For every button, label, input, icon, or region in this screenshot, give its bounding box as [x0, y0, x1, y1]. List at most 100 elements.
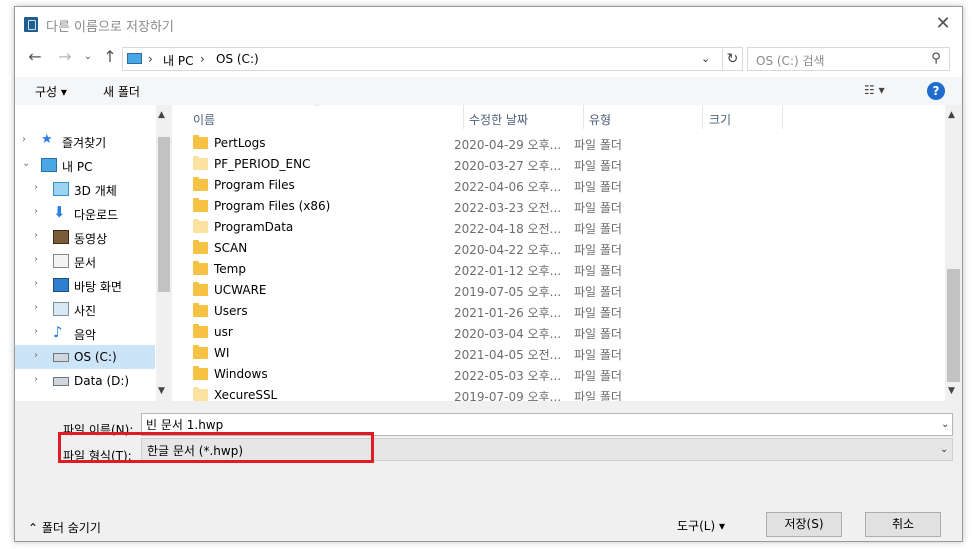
file-name: Program Files [214, 178, 295, 192]
cube-icon [53, 182, 69, 196]
file-row[interactable]: Windows 2022-05-03 오후... 파일 폴더 [193, 364, 753, 385]
app-icon [24, 17, 38, 32]
command-toolbar: 구성 ▾ 새 폴더 ☷ ▾ ? [15, 77, 962, 105]
folder-icon [193, 324, 208, 338]
column-header-name[interactable]: 이름 [193, 111, 215, 128]
chevron-right-icon[interactable]: › [22, 134, 26, 145]
organize-button[interactable]: 구성 ▾ [35, 83, 67, 100]
nav-item[interactable]: › ♪ 음악 [15, 321, 155, 345]
up-arrow-icon[interactable]: ↑ [99, 48, 121, 68]
breadcrumb-separator[interactable]: › [200, 52, 205, 66]
nav-item[interactable]: › 사진 [15, 297, 155, 321]
nav-item[interactable]: › ★ 즐겨찾기 [15, 129, 155, 153]
cancel-button[interactable]: 취소 [865, 512, 941, 537]
file-row[interactable]: XecureSSL 2019-07-09 오후... 파일 폴더 [193, 385, 753, 401]
nav-scroll-down-icon[interactable]: ▼ [158, 386, 165, 396]
column-header-modified[interactable]: 수정한 날짜 [469, 111, 528, 128]
chevron-right-icon[interactable]: › [34, 230, 38, 241]
file-row[interactable]: WI 2021-04-05 오전... 파일 폴더 [193, 343, 753, 364]
computer-icon [41, 158, 57, 172]
file-modified: 2020-03-04 오후... [454, 327, 562, 341]
column-divider[interactable] [463, 105, 464, 129]
forward-arrow-icon[interactable]: → [53, 48, 77, 68]
save-as-dialog: 다른 이름으로 저장하기 ✕ ← → ⌄ ↑ › 내 PC › OS (C:) … [14, 6, 963, 542]
navigation-pane: › ★ 즐겨찾기 ⌄ 내 PC › 3D 개체 › ⬇ 다운로드 › 동영상 › 문서 › 바탕 화면 › 사진 ›… [15, 105, 173, 401]
nav-item[interactable]: ⌄ 내 PC [15, 153, 155, 177]
file-row[interactable]: PF_PERIOD_ENC 2020-03-27 오후... 파일 폴더 [193, 154, 753, 175]
breadcrumb-drive-c[interactable]: OS (C:) [216, 52, 259, 66]
file-scrollbar-thumb[interactable] [947, 269, 960, 382]
chevron-down-icon[interactable]: ⌄ [701, 52, 710, 65]
nav-item[interactable]: › 동영상 [15, 225, 155, 249]
file-row[interactable]: Program Files (x86) 2022-03-23 오전... 파일 폴더 [193, 196, 753, 217]
column-header-size[interactable]: 크기 [709, 111, 731, 128]
back-arrow-icon[interactable]: ← [23, 48, 47, 68]
file-modified: 2020-04-22 오후... [454, 243, 562, 257]
chevron-down-icon[interactable]: ⌄ [941, 419, 949, 430]
chevron-right-icon[interactable]: › [34, 254, 38, 265]
file-row[interactable]: Users 2021-01-26 오후... 파일 폴더 [193, 301, 753, 322]
view-options-icon[interactable]: ☷ ▾ [864, 83, 902, 99]
file-row[interactable]: Temp 2022-01-12 오후... 파일 폴더 [193, 259, 753, 280]
file-modified: 2022-04-06 오후... [454, 180, 562, 194]
close-button[interactable]: ✕ [927, 11, 959, 37]
chevron-right-icon[interactable]: › [34, 278, 38, 289]
folder-icon [193, 282, 208, 296]
file-row[interactable]: Program Files 2022-04-06 오후... 파일 폴더 [193, 175, 753, 196]
nav-scrollbar-thumb[interactable] [158, 137, 170, 292]
recent-locations-chevron-icon[interactable]: ⌄ [81, 48, 95, 68]
chevron-down-icon[interactable]: ⌄ [940, 444, 948, 455]
file-row[interactable]: SCAN 2020-04-22 오후... 파일 폴더 [193, 238, 753, 259]
chevron-right-icon[interactable]: › [34, 326, 38, 337]
new-folder-button[interactable]: 새 폴더 [103, 83, 140, 100]
nav-item[interactable]: › Data (D:) [15, 369, 155, 393]
chevron-right-icon[interactable]: › [34, 206, 38, 217]
file-type: 파일 폴더 [574, 369, 622, 383]
refresh-icon[interactable]: ↻ [722, 49, 742, 69]
folder-icon [193, 219, 208, 233]
tools-button[interactable]: 도구(L) ▾ [677, 517, 725, 534]
file-row[interactable]: UCWARE 2019-07-05 오후... 파일 폴더 [193, 280, 753, 301]
file-name: UCWARE [214, 283, 267, 297]
file-modified: 2019-07-09 오후... [454, 390, 562, 401]
title-bar: 다른 이름으로 저장하기 ✕ [15, 7, 962, 39]
nav-item[interactable]: › 문서 [15, 249, 155, 273]
help-icon[interactable]: ? [927, 82, 945, 100]
nav-item-label: 내 PC [62, 160, 93, 174]
hide-folders-button[interactable]: ⌃ 폴더 숨기기 [28, 519, 101, 536]
column-divider[interactable] [583, 105, 584, 129]
nav-item[interactable]: › 바탕 화면 [15, 273, 155, 297]
nav-scroll-up-icon[interactable]: ▲ [158, 110, 165, 120]
file-modified: 2020-03-27 오후... [454, 159, 562, 173]
chevron-right-icon[interactable]: › [34, 350, 38, 361]
search-input[interactable]: OS (C:) 검색 ⚲ [747, 47, 950, 71]
file-modified: 2020-04-29 오후... [454, 138, 562, 152]
file-name: Users [214, 304, 248, 318]
column-divider[interactable] [702, 105, 703, 129]
video-icon [53, 230, 69, 244]
search-icon[interactable]: ⚲ [928, 51, 944, 67]
nav-item[interactable]: › ⬇ 다운로드 [15, 201, 155, 225]
file-scroll-up-icon[interactable]: ▲ [948, 110, 955, 120]
document-icon [53, 254, 69, 268]
file-list: 이름 ⌃ 수정한 날짜 유형 크기 PertLogs 2020-04-29 오후.… [173, 105, 945, 401]
save-button[interactable]: 저장(S) [766, 512, 842, 537]
address-bar[interactable]: › 내 PC › OS (C:) ⌄ ↻ [122, 47, 743, 71]
chevron-right-icon[interactable]: › [34, 182, 38, 193]
file-row[interactable]: PertLogs 2020-04-29 오후... 파일 폴더 [193, 133, 753, 154]
nav-item[interactable]: › OS (C:) [15, 345, 155, 369]
chevron-right-icon[interactable]: ⌄ [22, 158, 30, 169]
file-modified: 2021-01-26 오후... [454, 306, 562, 320]
chevron-right-icon[interactable]: › [34, 374, 38, 385]
file-row[interactable]: usr 2020-03-04 오후... 파일 폴더 [193, 322, 753, 343]
column-header-type[interactable]: 유형 [589, 111, 611, 128]
file-modified: 2022-05-03 오후... [454, 369, 562, 383]
file-name: PertLogs [214, 136, 266, 150]
file-scroll-down-icon[interactable]: ▼ [948, 386, 955, 396]
chevron-right-icon[interactable]: › [34, 302, 38, 313]
file-type: 파일 폴더 [574, 159, 622, 173]
nav-item[interactable]: › 3D 개체 [15, 177, 155, 201]
breadcrumb-this-pc[interactable]: 내 PC [163, 52, 193, 69]
column-divider[interactable] [782, 105, 783, 129]
file-row[interactable]: ProgramData 2022-04-18 오전... 파일 폴더 [193, 217, 753, 238]
